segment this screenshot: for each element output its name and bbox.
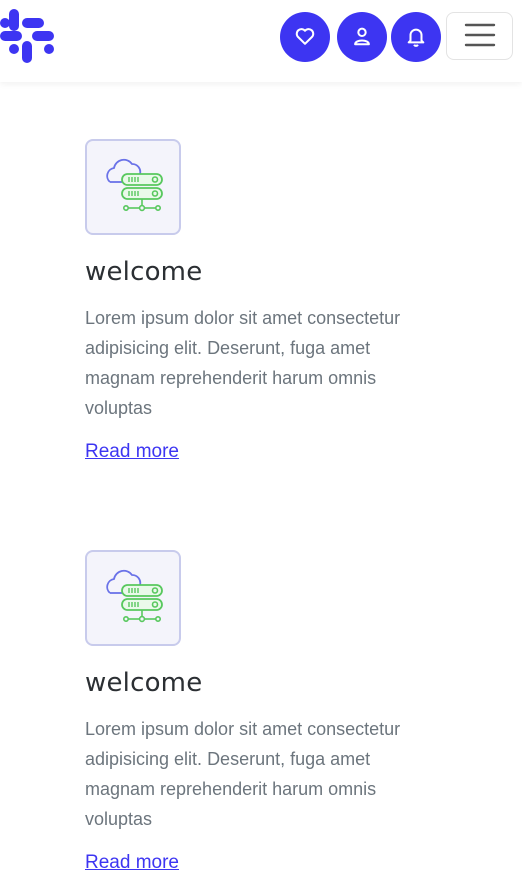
bell-icon <box>405 25 427 50</box>
brand-logo-icon[interactable] <box>0 9 54 63</box>
read-more-link[interactable]: Read more <box>85 441 179 463</box>
favorites-button[interactable] <box>280 12 330 62</box>
notifications-button[interactable] <box>391 12 441 62</box>
card-icon-box <box>85 550 181 646</box>
cloud-server-icon <box>100 152 166 222</box>
hamburger-menu-icon <box>464 22 496 51</box>
account-button[interactable] <box>337 12 387 62</box>
feature-card: welcome Lorem ipsum dolor sit amet conse… <box>85 550 445 890</box>
read-more-link[interactable]: Read more <box>85 852 179 874</box>
card-title: welcome <box>85 257 203 287</box>
card-description: Lorem ipsum dolor sit amet consectetur a… <box>85 719 401 829</box>
card-description: Lorem ipsum dolor sit amet consectetur a… <box>85 308 401 418</box>
feature-card: welcome Lorem ipsum dolor sit amet conse… <box>85 139 445 479</box>
menu-toggle-button[interactable] <box>446 12 513 60</box>
card-icon-box <box>85 139 181 235</box>
heart-icon <box>294 25 316 50</box>
user-icon <box>351 25 373 50</box>
navbar <box>0 0 522 82</box>
card-title: welcome <box>85 668 203 698</box>
cloud-server-icon <box>100 563 166 633</box>
